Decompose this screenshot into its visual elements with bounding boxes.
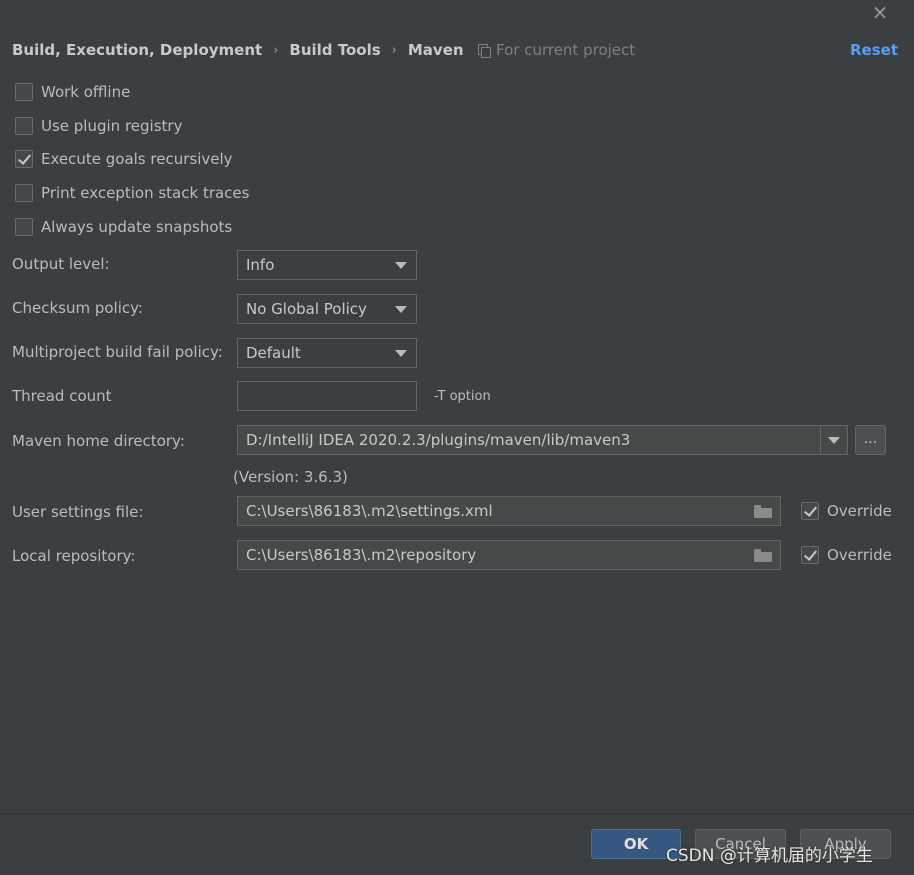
output-level-value: Info xyxy=(246,256,275,274)
reset-link[interactable]: Reset xyxy=(846,39,898,61)
breadcrumb-item-maven: Maven xyxy=(407,41,464,59)
breadcrumb-separator: › xyxy=(273,42,279,58)
checkbox-always-update-snapshots[interactable]: Always update snapshots xyxy=(15,216,232,238)
checksum-policy-value: No Global Policy xyxy=(246,300,367,318)
maven-home-dropdown-button[interactable] xyxy=(820,426,847,454)
maven-home-label: Maven home directory: xyxy=(12,432,185,450)
scope-label: For current project xyxy=(496,41,636,59)
output-level-label: Output level: xyxy=(12,255,110,273)
local-repository-override-checkbox[interactable]: Override xyxy=(801,544,892,566)
copy-icon xyxy=(478,44,491,58)
thread-count-input[interactable] xyxy=(237,381,417,411)
watermark: CSDN @计算机届的小学生 xyxy=(666,846,873,866)
maven-home-combobox[interactable]: D:/IntelliJ IDEA 2020.2.3/plugins/maven/… xyxy=(237,425,848,455)
checkbox-execute-goals-recursively[interactable]: Execute goals recursively xyxy=(15,148,233,170)
breadcrumb-separator: › xyxy=(391,42,397,58)
close-button[interactable]: × xyxy=(868,2,892,24)
chevron-down-icon xyxy=(395,306,407,313)
checkbox-box[interactable] xyxy=(801,502,819,520)
fail-policy-value: Default xyxy=(246,344,301,362)
local-repository-value[interactable]: C:\Users\86183\.m2\repository xyxy=(246,546,476,564)
local-repository-label: Local repository: xyxy=(12,547,136,565)
user-settings-value[interactable]: C:\Users\86183\.m2\settings.xml xyxy=(246,502,493,520)
chevron-down-icon xyxy=(395,350,407,357)
checkbox-label: Override xyxy=(827,546,892,564)
checkbox-box[interactable] xyxy=(15,83,33,101)
breadcrumb-item-build-tools[interactable]: Build Tools xyxy=(289,41,380,59)
footer-divider xyxy=(0,813,914,814)
checkbox-label: Print exception stack traces xyxy=(41,184,250,202)
maven-home-value[interactable]: D:/IntelliJ IDEA 2020.2.3/plugins/maven/… xyxy=(246,431,630,449)
local-repository-field[interactable]: C:\Users\86183\.m2\repository xyxy=(237,540,781,570)
chevron-down-icon xyxy=(828,437,840,444)
checksum-policy-label: Checksum policy: xyxy=(12,299,143,317)
folder-icon[interactable] xyxy=(754,549,772,562)
user-settings-override-checkbox[interactable]: Override xyxy=(801,500,892,522)
checkbox-label: Use plugin registry xyxy=(41,117,183,135)
checkbox-print-exception-stack-traces[interactable]: Print exception stack traces xyxy=(15,182,249,204)
checkbox-box[interactable] xyxy=(801,546,819,564)
thread-count-label: Thread count xyxy=(12,387,112,405)
checksum-policy-dropdown[interactable]: No Global Policy xyxy=(237,294,417,324)
checkbox-box[interactable] xyxy=(15,150,33,168)
checkbox-box[interactable] xyxy=(15,184,33,202)
checkbox-label: Always update snapshots xyxy=(41,218,233,236)
breadcrumb-item-build-execution-deployment[interactable]: Build, Execution, Deployment xyxy=(12,41,262,59)
fail-policy-dropdown[interactable]: Default xyxy=(237,338,417,368)
scope-indicator: For current project xyxy=(478,39,635,61)
browse-button[interactable]: ... xyxy=(855,425,886,455)
user-settings-label: User settings file: xyxy=(12,503,144,521)
output-level-dropdown[interactable]: Info xyxy=(237,250,417,280)
checkbox-label: Execute goals recursively xyxy=(41,150,233,168)
thread-count-hint: -T option xyxy=(434,389,491,404)
checkbox-label: Override xyxy=(827,502,892,520)
chevron-down-icon xyxy=(395,262,407,269)
breadcrumb: Build, Execution, Deployment › Build Too… xyxy=(12,39,464,61)
checkbox-box[interactable] xyxy=(15,218,33,236)
checkbox-use-plugin-registry[interactable]: Use plugin registry xyxy=(15,115,182,137)
folder-icon[interactable] xyxy=(754,505,772,518)
maven-version: (Version: 3.6.3) xyxy=(233,468,348,486)
fail-policy-label: Multiproject build fail policy: xyxy=(12,343,223,361)
checkbox-work-offline[interactable]: Work offline xyxy=(15,81,130,103)
user-settings-field[interactable]: C:\Users\86183\.m2\settings.xml xyxy=(237,496,781,526)
checkbox-box[interactable] xyxy=(15,117,33,135)
checkbox-label: Work offline xyxy=(41,83,131,101)
